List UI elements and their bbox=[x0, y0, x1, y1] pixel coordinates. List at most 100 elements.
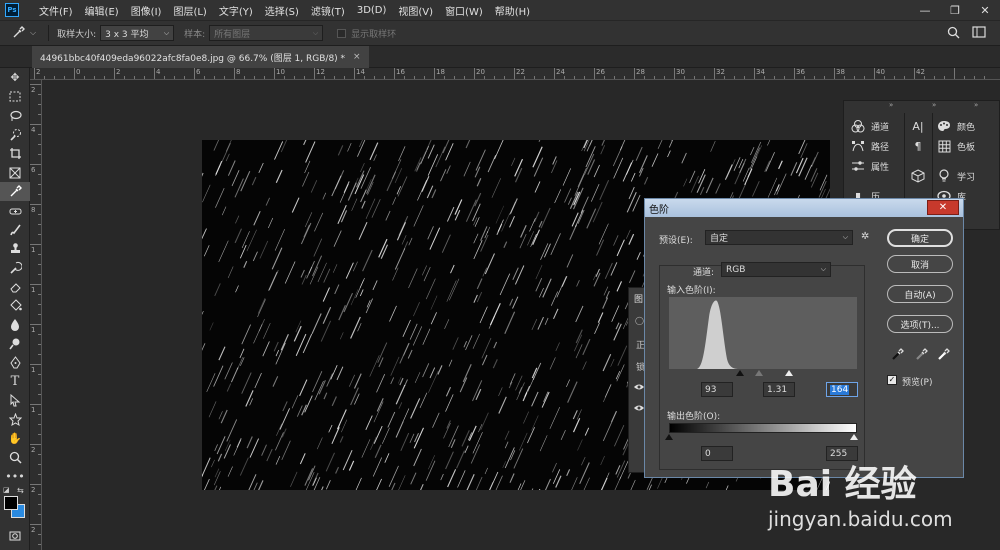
menu-filter[interactable]: 滤镜(T) bbox=[305, 3, 351, 18]
output-gradient[interactable] bbox=[669, 423, 857, 433]
rain-streak bbox=[254, 372, 262, 389]
panel-3d[interactable] bbox=[910, 169, 931, 183]
output-white-slider[interactable] bbox=[850, 434, 858, 440]
preset-gear-icon[interactable]: ✲ bbox=[861, 231, 869, 242]
quick-select-tool-icon[interactable] bbox=[0, 125, 30, 144]
panel-learn[interactable]: 学习 bbox=[936, 169, 975, 183]
collapse-arrows-icon[interactable]: » bbox=[889, 101, 893, 109]
menu-view[interactable]: 视图(V) bbox=[392, 3, 439, 18]
menu-layer[interactable]: 图层(L) bbox=[167, 3, 212, 18]
ruler-tick bbox=[514, 68, 515, 79]
close-tab-icon[interactable]: × bbox=[353, 52, 361, 62]
search-layers-icon[interactable]: ◯ bbox=[635, 316, 644, 325]
minimize-button[interactable]: — bbox=[910, 0, 940, 20]
move-tool-icon[interactable]: ✥ bbox=[0, 68, 30, 87]
rain-streak bbox=[313, 238, 323, 257]
channel-select[interactable]: RGB ⌵ bbox=[721, 262, 831, 277]
blur-tool-icon[interactable] bbox=[0, 315, 30, 334]
menu-window[interactable]: 窗口(W) bbox=[439, 3, 489, 18]
eyedropper-tool-icon[interactable] bbox=[12, 25, 26, 42]
swap-colors-icon[interactable]: ⇆ bbox=[17, 486, 24, 495]
history-brush-tool-icon[interactable] bbox=[0, 258, 30, 277]
lasso-tool-icon[interactable] bbox=[0, 106, 30, 125]
restore-button[interactable]: ❐ bbox=[940, 0, 970, 20]
type-tool-icon[interactable]: T bbox=[0, 372, 30, 391]
rain-streak bbox=[541, 391, 550, 408]
default-colors-icon[interactable]: ◪ bbox=[3, 486, 10, 494]
quick-mask-icon[interactable] bbox=[0, 526, 30, 545]
cancel-button[interactable]: 取消 bbox=[887, 255, 953, 273]
menu-select[interactable]: 选择(S) bbox=[259, 3, 305, 18]
ruler-label: 30 bbox=[676, 68, 685, 76]
rain-streak bbox=[398, 402, 403, 409]
ok-button[interactable]: 确定 bbox=[887, 229, 953, 247]
zoom-tool-icon[interactable] bbox=[0, 448, 30, 467]
search-icon[interactable] bbox=[947, 26, 960, 42]
input-white-slider[interactable] bbox=[785, 370, 793, 376]
panel-character[interactable]: A| bbox=[910, 119, 931, 133]
rain-streak bbox=[214, 283, 221, 297]
dialog-titlebar[interactable]: 色阶 ✕ bbox=[645, 199, 963, 217]
panel-swatches[interactable]: 色板 bbox=[936, 139, 975, 153]
rain-streak bbox=[445, 394, 454, 412]
menu-help[interactable]: 帮助(H) bbox=[489, 3, 536, 18]
preview-checkbox[interactable]: ✓ bbox=[887, 375, 897, 385]
collapse-arrows-icon[interactable]: » bbox=[932, 101, 936, 109]
gray-point-eyedropper-icon[interactable] bbox=[915, 347, 929, 364]
pen-tool-icon[interactable] bbox=[0, 353, 30, 372]
collapse-arrows-icon[interactable]: » bbox=[974, 101, 978, 109]
frame-tool-icon[interactable] bbox=[0, 163, 30, 182]
input-black-field[interactable]: 93 bbox=[701, 382, 733, 397]
panel-paths[interactable]: 路径 bbox=[850, 139, 889, 153]
paint-bucket-tool-icon[interactable] bbox=[0, 296, 30, 315]
menu-file[interactable]: 文件(F) bbox=[33, 3, 79, 18]
menu-edit[interactable]: 编辑(E) bbox=[79, 3, 125, 18]
workspace-icon[interactable] bbox=[972, 26, 986, 42]
dialog-close-button[interactable]: ✕ bbox=[927, 200, 959, 215]
panel-channels[interactable]: 通道 bbox=[850, 119, 889, 133]
close-window-button[interactable]: ✕ bbox=[970, 0, 1000, 20]
input-white-field[interactable]: 164 bbox=[826, 382, 858, 397]
sample-size-select[interactable]: 3 x 3 平均 ⌵ bbox=[100, 25, 175, 41]
white-point-eyedropper-icon[interactable] bbox=[937, 347, 951, 364]
rain-streak bbox=[312, 255, 323, 277]
stamp-tool-icon[interactable] bbox=[0, 239, 30, 258]
healing-brush-tool-icon[interactable] bbox=[0, 201, 30, 220]
marquee-tool-icon[interactable] bbox=[0, 87, 30, 106]
panel-paragraph[interactable]: ¶ bbox=[910, 139, 931, 153]
auto-button[interactable]: 自动(A) bbox=[887, 285, 953, 303]
histogram[interactable] bbox=[669, 297, 857, 369]
rain-streak bbox=[520, 480, 526, 490]
output-black-field[interactable]: 0 bbox=[701, 446, 733, 461]
crop-tool-icon[interactable] bbox=[0, 144, 30, 163]
hand-tool-icon[interactable]: ✋ bbox=[0, 429, 30, 448]
eyedropper-tool-icon[interactable] bbox=[0, 182, 30, 201]
document-tab[interactable]: 44961bbc40f409eda96022afc8fa0e8.jpg @ 66… bbox=[32, 46, 369, 68]
tool-preset-chevron-icon[interactable]: ⌵ bbox=[30, 28, 36, 38]
panel-color[interactable]: 颜色 bbox=[936, 119, 975, 133]
menu-3d[interactable]: 3D(D) bbox=[351, 5, 393, 16]
rain-streak bbox=[447, 469, 457, 488]
output-black-slider[interactable] bbox=[665, 434, 673, 440]
sample-select[interactable]: 所有图层 ⌵ bbox=[209, 25, 324, 41]
path-select-tool-icon[interactable] bbox=[0, 391, 30, 410]
eraser-tool-icon[interactable] bbox=[0, 277, 30, 296]
input-black-slider[interactable] bbox=[736, 370, 744, 376]
rain-streak bbox=[572, 418, 581, 433]
brush-tool-icon[interactable] bbox=[0, 220, 30, 239]
black-point-eyedropper-icon[interactable] bbox=[891, 347, 905, 364]
panel-properties[interactable]: 属性 bbox=[850, 159, 889, 173]
input-gamma-field[interactable]: 1.31 bbox=[763, 382, 795, 397]
input-gamma-slider[interactable] bbox=[755, 370, 763, 376]
menu-type[interactable]: 文字(Y) bbox=[213, 3, 259, 18]
more-tools-icon[interactable]: ••• bbox=[0, 467, 30, 486]
foreground-color[interactable] bbox=[4, 496, 18, 510]
options-button[interactable]: 选项(T)... bbox=[887, 315, 953, 333]
rain-streak bbox=[401, 235, 407, 245]
dodge-tool-icon[interactable] bbox=[0, 334, 30, 353]
shape-tool-icon[interactable] bbox=[0, 410, 30, 429]
show-ring-checkbox[interactable] bbox=[337, 28, 347, 38]
menu-image[interactable]: 图像(I) bbox=[125, 3, 168, 18]
preset-select[interactable]: 自定 ⌵ bbox=[705, 230, 853, 245]
rain-streak bbox=[402, 319, 411, 337]
